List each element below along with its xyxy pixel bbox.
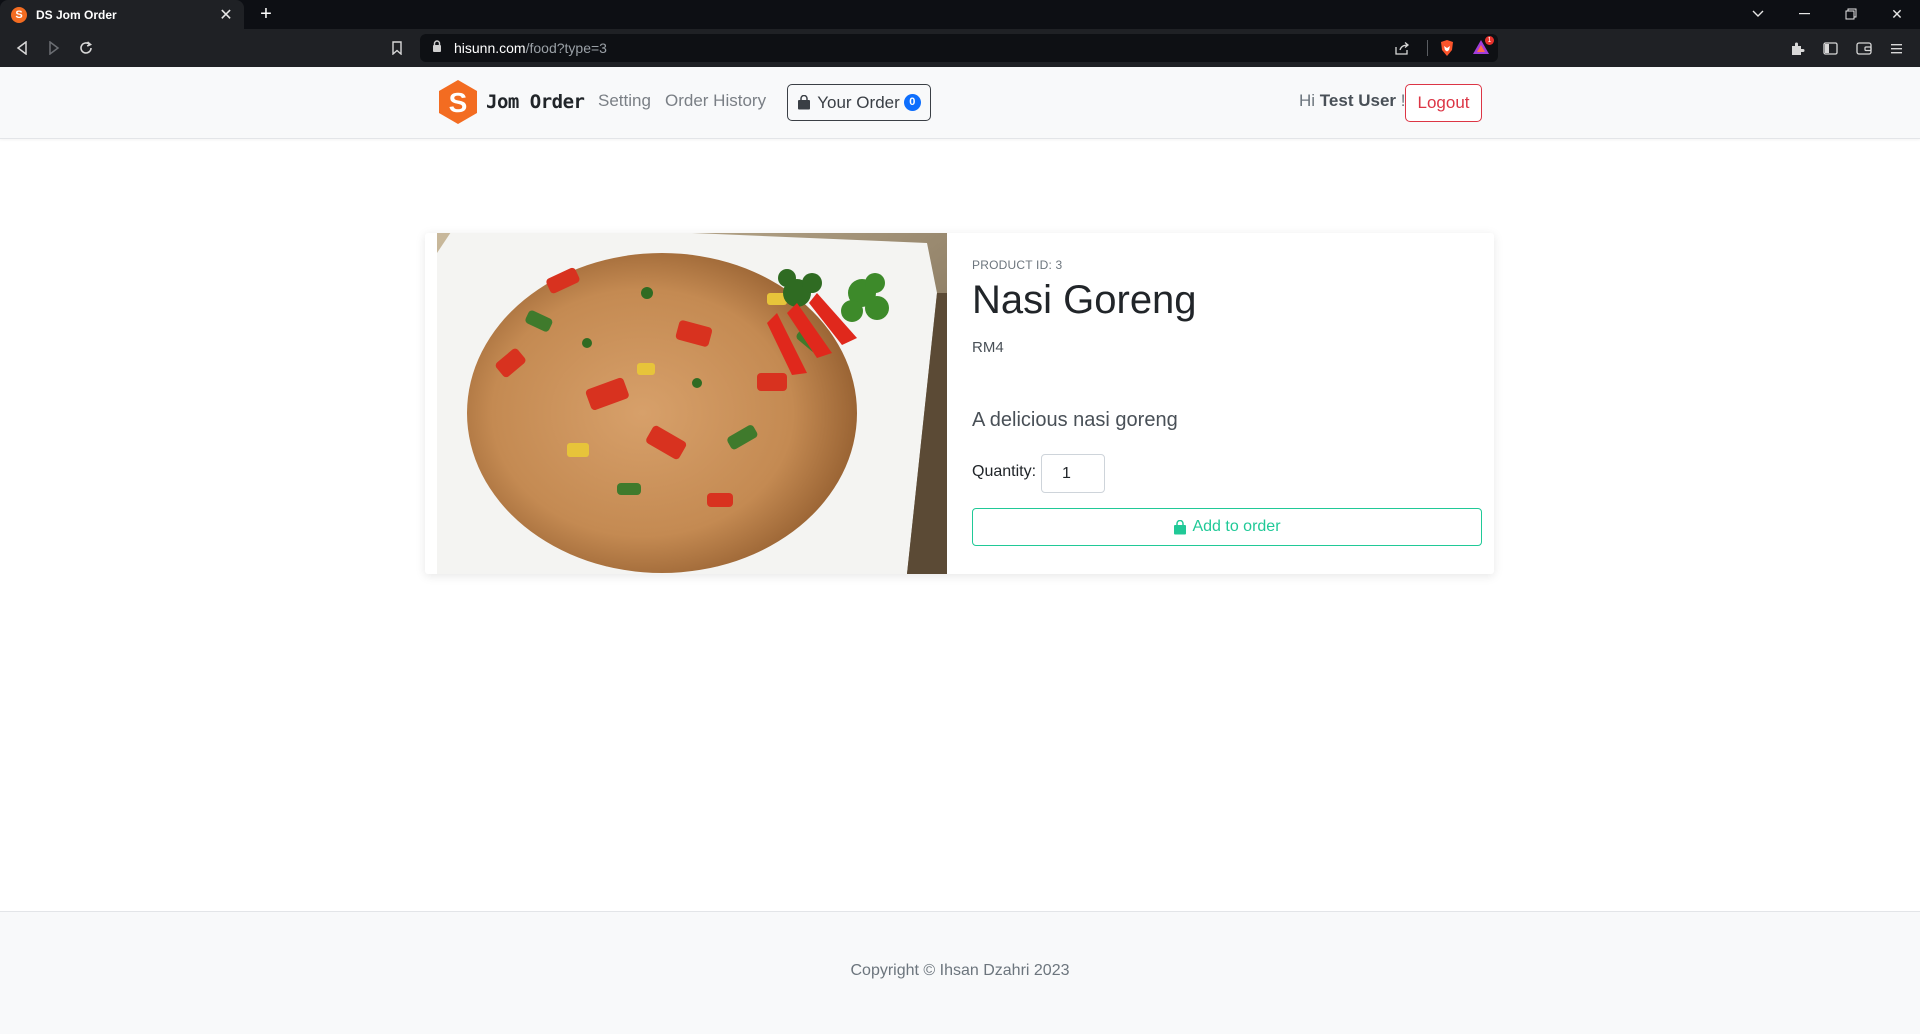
- wallet-icon[interactable]: [1854, 38, 1874, 58]
- forward-icon[interactable]: [44, 38, 64, 58]
- restore-window-icon[interactable]: [1839, 3, 1863, 25]
- user-name: Test User: [1319, 91, 1397, 110]
- your-order-button[interactable]: Your Order 0: [787, 84, 931, 121]
- close-window-icon[interactable]: ✕: [1885, 3, 1909, 25]
- bookmark-icon[interactable]: [387, 38, 407, 58]
- site-navbar: S Jom Order Setting Order History Your O…: [0, 67, 1920, 139]
- site-footer: Copyright © Ihsan Dzahri 2023: [0, 911, 1920, 1034]
- extensions-icon[interactable]: [1787, 38, 1807, 58]
- brave-shields-icon[interactable]: [1438, 39, 1456, 57]
- share-icon[interactable]: [1393, 39, 1411, 57]
- menu-icon[interactable]: [1887, 38, 1907, 58]
- sidebar-icon[interactable]: [1820, 38, 1840, 58]
- product-image: [437, 233, 947, 574]
- minimize-window-icon[interactable]: [1793, 3, 1817, 25]
- tab-search-chevron-icon[interactable]: [1746, 3, 1770, 25]
- product-details: PRODUCT ID: 3 Nasi Goreng RM4 A deliciou…: [972, 233, 1482, 574]
- product-id: PRODUCT ID: 3: [972, 258, 1063, 272]
- add-to-order-button[interactable]: Add to order: [972, 508, 1482, 546]
- rewards-badge: 1: [1485, 36, 1494, 45]
- url-path: /food?type=3: [525, 40, 607, 56]
- tab-title: DS Jom Order: [36, 7, 117, 22]
- reload-icon[interactable]: [76, 38, 96, 58]
- logout-button[interactable]: Logout: [1405, 84, 1482, 122]
- url-divider: [1427, 40, 1428, 56]
- add-to-order-label: Add to order: [1192, 518, 1281, 535]
- address-bar[interactable]: hisunn.com/food?type=3 1: [420, 34, 1498, 62]
- url-text: hisunn.com/food?type=3: [454, 40, 607, 56]
- close-tab-icon[interactable]: ✕: [218, 7, 234, 24]
- url-host: hisunn.com: [454, 40, 526, 56]
- browser-tab-active[interactable]: S DS Jom Order ✕: [0, 0, 244, 29]
- quantity-input[interactable]: [1041, 454, 1105, 493]
- brave-rewards-icon[interactable]: 1: [1472, 36, 1494, 57]
- nav-link-order-history[interactable]: Order History: [665, 91, 766, 111]
- back-icon[interactable]: [12, 38, 32, 58]
- browser-tabstrip: S DS Jom Order ✕ + ✕: [0, 0, 1920, 29]
- brand-name: Jom Order: [486, 91, 585, 113]
- product-price: RM4: [972, 339, 1004, 356]
- page: S Jom Order Setting Order History Your O…: [0, 67, 1920, 1034]
- brand-logo-letter: S: [449, 87, 468, 118]
- shopping-bag-icon: [1174, 519, 1187, 534]
- your-order-label: Your Order: [817, 92, 900, 112]
- site-favicon-icon: S: [11, 6, 27, 23]
- user-greeting: Hi Test User !: [1299, 91, 1405, 111]
- browser-toolbar: hisunn.com/food?type=3 1: [0, 29, 1920, 67]
- order-count-badge: 0: [903, 94, 921, 111]
- product-card: PRODUCT ID: 3 Nasi Goreng RM4 A deliciou…: [425, 233, 1494, 574]
- nav-link-setting[interactable]: Setting: [598, 91, 651, 111]
- brand-logo-icon: S: [439, 80, 477, 124]
- quantity-label: Quantity:: [972, 463, 1037, 480]
- product-name: Nasi Goreng: [972, 278, 1197, 322]
- product-description: A delicious nasi goreng: [972, 409, 1178, 431]
- new-tab-icon[interactable]: +: [256, 3, 276, 25]
- brand-link[interactable]: S Jom Order: [437, 79, 585, 125]
- shopping-bag-icon: [798, 95, 811, 110]
- greeting-prefix: Hi: [1299, 91, 1316, 110]
- footer-copyright: Copyright © Ihsan Dzahri 2023: [850, 962, 1070, 979]
- lock-icon: [432, 40, 444, 54]
